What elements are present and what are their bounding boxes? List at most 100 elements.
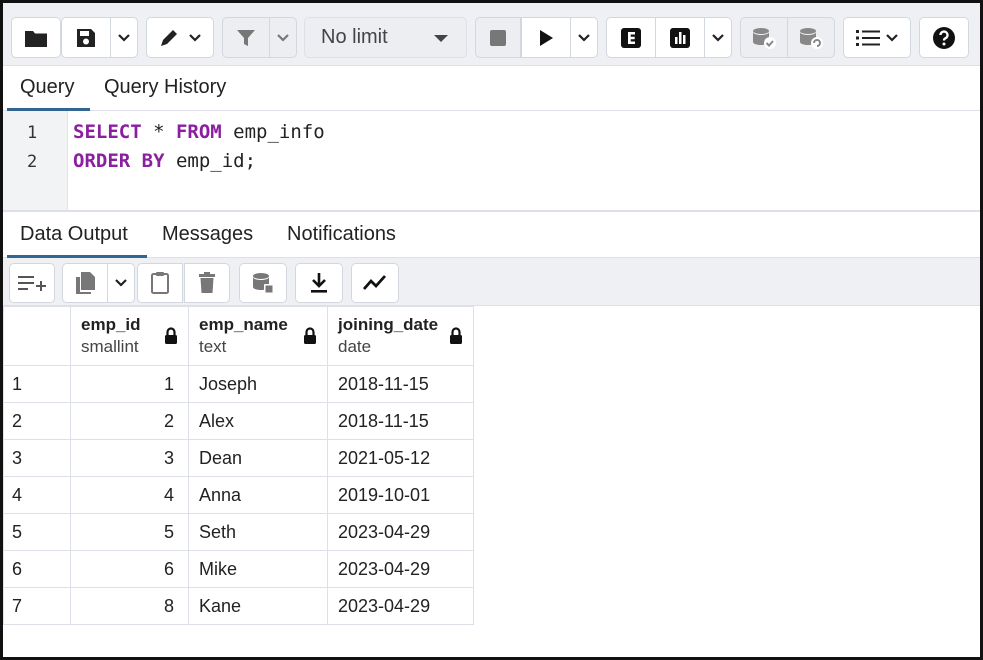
cell-emp-id[interactable]: 2 [70,402,189,440]
cell-emp-id[interactable]: 5 [70,513,189,551]
help-button[interactable] [919,17,969,58]
row-number[interactable]: 4 [3,476,71,514]
cell-emp-id[interactable]: 1 [70,365,189,403]
chevron-down-icon [277,33,289,42]
table-row[interactable]: 4 4 Anna 2019-10-01 [3,476,474,514]
header-row: emp_id smallint emp_name text joining_da… [3,306,474,366]
cell-joining-date[interactable]: 2018-11-15 [327,365,474,403]
row-number[interactable]: 2 [3,402,71,440]
graph-visualiser-button[interactable] [351,263,399,303]
data-grid: emp_id smallint emp_name text joining_da… [3,306,980,657]
cell-joining-date[interactable]: 2023-04-29 [327,587,474,625]
table-row[interactable]: 1 1 Joseph 2018-11-15 [3,365,474,403]
row-number[interactable]: 6 [3,550,71,588]
macros-button[interactable] [843,17,911,58]
cell-joining-date[interactable]: 2018-11-15 [327,402,474,440]
tab-query-history[interactable]: Query History [91,66,239,111]
copy-icon [76,272,95,294]
explain-button[interactable] [606,17,656,58]
cell-emp-name[interactable]: Dean [188,439,328,477]
add-row-icon [18,276,46,291]
output-toolbar [3,258,980,306]
trash-icon [199,272,215,293]
cell-joining-date[interactable]: 2023-04-29 [327,513,474,551]
sql-keyword: FROM [175,121,222,143]
cell-emp-id[interactable]: 3 [70,439,189,477]
tab-messages[interactable]: Messages [149,213,266,258]
cell-joining-date[interactable]: 2019-10-01 [327,476,474,514]
edit-button[interactable] [146,17,214,58]
rollback-button[interactable] [787,17,835,58]
row-limit-value: No limit [321,26,388,48]
save-options-button[interactable] [110,17,138,58]
chevron-down-icon [886,33,898,42]
commit-icon [753,27,776,49]
clipboard-icon [151,272,169,294]
copy-options-button[interactable] [107,263,135,303]
cell-emp-name[interactable]: Mike [188,550,328,588]
cell-emp-name[interactable]: Joseph [188,365,328,403]
row-number-header [3,306,71,366]
line-number: 1 [27,123,38,143]
column-header-emp-id[interactable]: emp_id smallint [70,306,189,366]
query-tabs: Query Query History [3,66,980,111]
filter-button[interactable] [222,17,270,58]
chevron-down-icon [115,279,127,287]
lock-icon [165,327,177,344]
stop-button[interactable] [475,17,521,58]
macros-icon [856,29,880,46]
lock-icon [304,327,316,344]
save-data-button[interactable] [239,263,287,303]
row-number[interactable]: 7 [3,587,71,625]
results-table: emp_id smallint emp_name text joining_da… [3,306,474,625]
line-chart-icon [362,275,387,290]
cell-emp-name[interactable]: Seth [188,513,328,551]
column-header-emp-name[interactable]: emp_name text [188,306,328,366]
cell-emp-id[interactable]: 8 [70,587,189,625]
tab-data-output[interactable]: Data Output [7,213,147,258]
cell-emp-name[interactable]: Anna [188,476,328,514]
open-file-button[interactable] [11,17,61,58]
add-row-button[interactable] [9,263,55,303]
download-button[interactable] [295,263,343,303]
sql-keyword: SELECT [73,121,142,143]
table-row[interactable]: 3 3 Dean 2021-05-12 [3,439,474,477]
play-icon [540,29,553,46]
table-row[interactable]: 2 2 Alex 2018-11-15 [3,402,474,440]
cell-joining-date[interactable]: 2023-04-29 [327,550,474,588]
filter-options-button[interactable] [269,17,297,58]
row-number[interactable]: 1 [3,365,71,403]
tab-query[interactable]: Query [7,66,90,111]
row-number[interactable]: 5 [3,513,71,551]
cell-joining-date[interactable]: 2021-05-12 [327,439,474,477]
tab-notifications[interactable]: Notifications [274,213,409,258]
filter-icon [237,29,255,46]
code-line: SELECT * FROM emp_info [73,121,325,143]
commit-button[interactable] [740,17,788,58]
explain-analyze-button[interactable] [655,17,705,58]
row-number[interactable]: 3 [3,439,71,477]
execute-options-button[interactable] [570,17,598,58]
cell-emp-name[interactable]: Alex [188,402,328,440]
execute-button[interactable] [521,17,571,58]
save-button[interactable] [61,17,111,58]
copy-button[interactable] [62,263,108,303]
table-row[interactable]: 7 8 Kane 2023-04-29 [3,587,474,625]
column-header-joining-date[interactable]: joining_date date [327,306,474,366]
output-tabs: Data Output Messages Notifications [3,213,980,258]
cell-emp-id[interactable]: 6 [70,550,189,588]
lock-icon [450,327,462,344]
pen-icon [161,29,177,46]
table-row[interactable]: 5 5 Seth 2023-04-29 [3,513,474,551]
sql-text: emp_id; [164,150,257,172]
analyze-icon [670,27,690,48]
paste-button[interactable] [137,263,183,303]
sql-editor[interactable]: 1 2 SELECT * FROM emp_info ORDER BY emp_… [3,111,980,212]
download-icon [311,273,327,293]
cell-emp-id[interactable]: 4 [70,476,189,514]
delete-button[interactable] [184,263,230,303]
cell-emp-name[interactable]: Kane [188,587,328,625]
explain-options-button[interactable] [704,17,732,58]
row-limit-select[interactable]: No limit [304,17,467,58]
table-row[interactable]: 6 6 Mike 2023-04-29 [3,550,474,588]
